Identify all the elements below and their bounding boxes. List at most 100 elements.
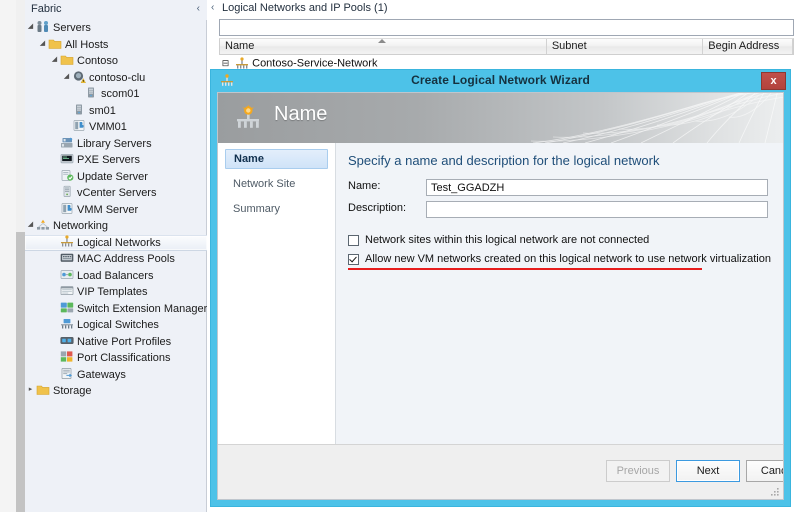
mac-pool-icon [60, 251, 75, 265]
sidebar-item-label: contoso-clu [89, 71, 146, 84]
wizard-step-nav: Name Network Site Summary [218, 143, 336, 444]
sidebar-item-all-hosts[interactable]: ◢ All Hosts [25, 37, 207, 54]
cluster-warning-icon [72, 70, 87, 84]
sidebar-item-label: sm01 [89, 104, 116, 117]
sidebar-item-mac-address-pools[interactable]: MAC Address Pools [25, 251, 207, 268]
checkbox-not-connected[interactable] [348, 235, 359, 246]
sidebar-item-vmm-server[interactable]: VMM Server [25, 202, 207, 219]
sidebar-item-label: Load Balancers [77, 269, 154, 282]
sidebar-item-vip-templates[interactable]: VIP Templates [25, 284, 207, 301]
wizard-step-name[interactable]: Name [225, 149, 328, 169]
logical-network-icon [235, 57, 249, 70]
description-field-label: Description: [348, 202, 407, 214]
sidebar-item-label: Update Server [77, 170, 148, 183]
chevron-left-icon[interactable]: ‹ [211, 2, 214, 13]
checkbox-network-virtualization-label: Allow new VM networks created on this lo… [365, 253, 771, 265]
column-header-label: Name [225, 40, 255, 52]
chevron-down-icon[interactable]: ◢ [25, 19, 36, 36]
column-header-label: Begin Address [708, 40, 780, 52]
chevron-right-icon[interactable]: ▸ [25, 382, 36, 399]
main-pane-title: Logical Networks and IP Pools (1) [222, 2, 388, 14]
banner-mesh-decoration [530, 93, 783, 143]
switch-ext-icon [60, 301, 75, 315]
sidebar-item-servers[interactable]: ◢ Servers [25, 20, 207, 37]
host-icon [84, 86, 99, 100]
sidebar-item-port-classifications[interactable]: Port Classifications [25, 350, 207, 367]
sidebar-item-logical-switches[interactable]: Logical Switches [25, 317, 207, 334]
filter-search-box[interactable] [219, 19, 794, 36]
sidebar-item-vmm01[interactable]: VMM01 [25, 119, 207, 136]
port-class-icon [60, 350, 75, 364]
sidebar-item-scom01[interactable]: scom01 [25, 86, 207, 103]
library-servers-icon [60, 136, 75, 150]
host-icon [72, 103, 87, 117]
resize-grip-icon[interactable] [770, 487, 780, 497]
name-field[interactable] [426, 179, 768, 196]
next-button[interactable]: Next [676, 460, 740, 482]
sidebar-item-pxe-servers[interactable]: PXE Servers [25, 152, 207, 169]
sidebar-item-logical-networks[interactable]: Logical Networks [25, 234, 207, 251]
sidebar-item-label: Contoso [77, 55, 118, 67]
sidebar-item-label: VMM01 [89, 121, 127, 133]
chevron-left-icon[interactable]: ‹ [197, 3, 200, 14]
checkbox-network-virtualization[interactable] [348, 254, 359, 265]
column-header-name[interactable]: Name [220, 39, 547, 54]
sidebar-item-label: PXE Servers [77, 154, 140, 166]
sidebar-item-label: VMM Server [77, 203, 139, 216]
pxe-servers-icon [60, 152, 75, 166]
dialog-banner-title: Name [274, 103, 328, 125]
sidebar-item-load-balancers[interactable]: Load Balancers [25, 268, 207, 285]
sidebar-item-label: MAC Address Pools [77, 253, 175, 265]
column-header-begin-address[interactable]: Begin Address [703, 39, 793, 54]
description-field[interactable] [426, 201, 768, 218]
column-header-subnet[interactable]: Subnet [547, 39, 704, 54]
sidebar-item-vcenter-servers[interactable]: vCenter Servers [25, 185, 207, 202]
wizard-step-network-site[interactable]: Network Site [225, 175, 328, 194]
port-profile-icon [60, 334, 75, 348]
sidebar-item-label: Gateways [77, 368, 126, 381]
previous-button[interactable]: Previous [606, 460, 670, 482]
servers-icon [36, 20, 51, 34]
sidebar-item-label: Library Servers [77, 137, 152, 150]
dialog-banner: Name [218, 93, 783, 143]
sidebar-item-sm01[interactable]: sm01 [25, 103, 207, 120]
fabric-scrollbar-thumb[interactable] [16, 232, 25, 512]
sidebar-item-label: Logical Networks [77, 236, 161, 249]
fabric-pane: Fabric ‹ ◢ Servers ◢ All Hosts ◢ Contoso ◢ cont… [0, 0, 213, 512]
folder-icon [60, 53, 75, 67]
sidebar-item-storage[interactable]: ▸ Storage [25, 383, 207, 400]
sidebar-item-switch-extension-managers[interactable]: Switch Extension Managers [25, 301, 213, 318]
cancel-button[interactable]: Cancel [746, 460, 783, 482]
vmm-server-icon [72, 119, 87, 133]
sidebar-item-update-server[interactable]: Update Server [25, 169, 207, 186]
content-heading: Specify a name and description for the l… [348, 153, 660, 168]
chevron-down-icon[interactable]: ◢ [37, 36, 48, 53]
sidebar-item-label: Servers [53, 22, 91, 34]
sidebar-item-native-port-profiles[interactable]: Native Port Profiles [25, 334, 207, 351]
update-server-icon [60, 169, 75, 183]
wizard-content-pane: Specify a name and description for the l… [336, 143, 783, 444]
description-input[interactable] [427, 202, 767, 217]
folder-icon [48, 37, 63, 51]
sidebar-item-gateways[interactable]: Gateways [25, 367, 207, 384]
sidebar-item-label: Native Port Profiles [77, 335, 172, 348]
chevron-down-icon[interactable]: ◢ [61, 69, 72, 86]
sidebar-item-contoso-clu[interactable]: ◢ contoso-clu [25, 70, 207, 87]
fabric-pane-title: Fabric [31, 3, 62, 15]
fabric-pane-header: Fabric ‹ [0, 0, 207, 20]
close-icon[interactable]: x [761, 72, 786, 90]
sidebar-item-label: Switch Extension Managers [77, 302, 213, 315]
search-input[interactable] [220, 20, 793, 35]
sidebar-item-library-servers[interactable]: Library Servers [25, 136, 207, 153]
vmm-server-icon [60, 202, 75, 216]
sidebar-item-networking[interactable]: ◢ Networking [25, 218, 207, 235]
name-input[interactable] [427, 180, 767, 195]
sidebar-item-contoso[interactable]: ◢ Contoso [25, 53, 207, 70]
chevron-down-icon[interactable]: ◢ [49, 52, 60, 69]
main-pane-header: ‹ Logical Networks and IP Pools (1) [207, 0, 800, 19]
chevron-down-icon[interactable]: ◢ [25, 217, 36, 234]
folder-icon [36, 383, 51, 397]
description-field-row: Description: [348, 201, 768, 218]
dialog-titlebar[interactable]: Create Logical Network Wizard x [211, 70, 790, 92]
wizard-step-summary[interactable]: Summary [225, 200, 328, 219]
